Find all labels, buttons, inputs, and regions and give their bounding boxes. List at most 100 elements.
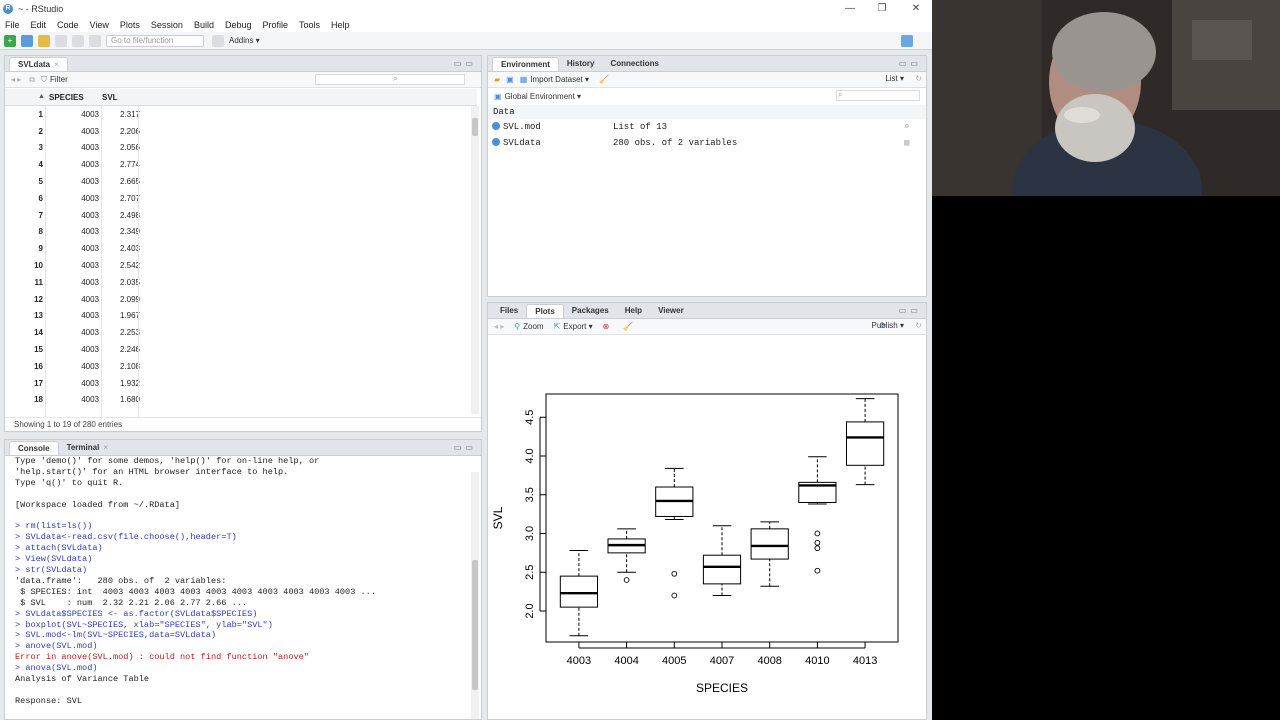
- tab-viewer[interactable]: Viewer: [650, 304, 692, 318]
- tab-packages[interactable]: Packages: [564, 304, 617, 318]
- env-item-svl-mod[interactable]: SVL.mod: [492, 122, 541, 132]
- column-header-species[interactable]: SPECIES: [49, 93, 95, 102]
- tab-plots[interactable]: Plots: [526, 304, 564, 318]
- tab-environment[interactable]: Environment: [492, 57, 559, 71]
- publish-button[interactable]: Publish ▾: [872, 321, 904, 330]
- data-search-input[interactable]: [315, 74, 465, 85]
- save-all-icon[interactable]: [72, 34, 84, 47]
- menu-view[interactable]: View: [90, 20, 109, 30]
- save-icon[interactable]: [55, 34, 67, 47]
- menu-edit[interactable]: Edit: [31, 20, 47, 30]
- print-icon[interactable]: [89, 34, 101, 47]
- close-terminal-icon[interactable]: ×: [103, 443, 108, 452]
- save-workspace-icon[interactable]: ▣: [506, 75, 514, 84]
- table-row[interactable]: 1 4003 2.317: [5, 106, 477, 123]
- zoom-button[interactable]: Zoom: [523, 322, 543, 331]
- table-row[interactable]: 11 4003 2.035: [5, 274, 477, 291]
- plot-nav-arrows-icon[interactable]: ◂ ▸: [494, 322, 504, 331]
- tab-terminal[interactable]: Terminal ×: [59, 441, 116, 455]
- load-workspace-icon[interactable]: ▰: [494, 75, 500, 84]
- close-tab-icon[interactable]: ×: [54, 60, 59, 69]
- menu-debug[interactable]: Debug: [225, 20, 252, 30]
- console-input-line: > SVLdata$SPECIES <- as.factor(SVLdata$S…: [15, 608, 258, 619]
- view-table-icon[interactable]: ▦: [904, 138, 909, 148]
- console-scrollbar-thumb[interactable]: [472, 560, 478, 690]
- menu-code[interactable]: Code: [57, 20, 79, 30]
- sort-icon[interactable]: ▲: [38, 93, 45, 100]
- addins-menu[interactable]: Addins ▾: [229, 36, 260, 45]
- table-row[interactable]: 6 4003 2.707: [5, 190, 477, 207]
- project-icon[interactable]: [901, 34, 913, 47]
- refresh-icon[interactable]: ↻: [915, 74, 922, 83]
- data-scrollbar[interactable]: [471, 106, 479, 414]
- table-row[interactable]: 5 4003 2.665: [5, 173, 477, 190]
- table-row[interactable]: 10 4003 2.542: [5, 257, 477, 274]
- maximize-button[interactable]: ❐: [866, 0, 898, 17]
- env-item-svldata[interactable]: SVLdata: [492, 138, 541, 148]
- table-row[interactable]: 13 4003 1.967: [5, 307, 477, 324]
- menu-build[interactable]: Build: [194, 20, 214, 30]
- goto-file-input[interactable]: Go to file/function: [106, 34, 204, 47]
- menu-plots[interactable]: Plots: [120, 20, 140, 30]
- import-dataset-button[interactable]: Import Dataset ▾: [530, 75, 589, 84]
- workspace-panes-icon[interactable]: [212, 34, 224, 47]
- row-index: 12: [34, 294, 43, 304]
- table-row[interactable]: 18 4003 1.680: [5, 391, 477, 408]
- inspect-icon[interactable]: ⌕: [904, 122, 909, 132]
- nav-arrows-icon[interactable]: ◂ ▸: [11, 75, 21, 84]
- tab-console[interactable]: Console: [9, 441, 59, 455]
- open-file-icon[interactable]: [38, 34, 50, 47]
- console-input-line: > SVL.mod<-lm(SVL~SPECIES,data=SVLdata): [15, 630, 217, 641]
- table-row[interactable]: 2 4003 2.206: [5, 123, 477, 140]
- tab-help[interactable]: Help: [617, 304, 650, 318]
- menu-file[interactable]: File: [5, 20, 20, 30]
- table-row[interactable]: 12 4003 2.099: [5, 291, 477, 308]
- tab-history[interactable]: History: [559, 57, 603, 71]
- table-row[interactable]: 4 4003 2.774: [5, 156, 477, 173]
- refresh-icon[interactable]: ↻: [915, 321, 922, 330]
- clear-broom-icon[interactable]: 🧹: [599, 75, 609, 84]
- remove-plot-icon[interactable]: ⊗: [603, 322, 610, 331]
- menu-session[interactable]: Session: [151, 20, 183, 30]
- table-row[interactable]: 14 4003 2.253: [5, 324, 477, 341]
- clear-plots-broom-icon[interactable]: 🧹: [623, 322, 633, 331]
- new-project-icon[interactable]: [21, 34, 33, 47]
- console-scrollbar[interactable]: [471, 472, 479, 719]
- expand-icon[interactable]: [492, 138, 500, 146]
- x-tick-label: 4004: [614, 655, 638, 667]
- pane-minmax-icon[interactable]: ▭▭: [899, 59, 922, 68]
- new-file-icon[interactable]: +: [4, 34, 16, 47]
- global-environment-dropdown[interactable]: Global Environment ▾: [505, 92, 582, 101]
- pane-minmax-icon[interactable]: ▭▭: [454, 59, 477, 68]
- table-row[interactable]: 15 4003 2.246: [5, 341, 477, 358]
- pane-minmax-icon[interactable]: ▭▭: [454, 443, 477, 452]
- tab-svldata[interactable]: SVLdata ×: [9, 57, 68, 71]
- table-row[interactable]: 17 4003 1.932: [5, 375, 477, 392]
- table-row[interactable]: 3 4003 2.056: [5, 139, 477, 156]
- expand-icon[interactable]: [492, 122, 500, 130]
- data-scrollbar-thumb[interactable]: [472, 118, 478, 136]
- x-axis-label: SPECIES: [696, 681, 748, 695]
- pane-minmax-icon[interactable]: ▭▭: [899, 306, 922, 315]
- table-row[interactable]: 16 4003 2.108: [5, 358, 477, 375]
- console-output[interactable]: Type 'demo()' for some demos, 'help()' f…: [5, 456, 481, 719]
- export-button[interactable]: Export ▾: [563, 322, 592, 331]
- tab-connections[interactable]: Connections: [602, 57, 666, 71]
- minimize-button[interactable]: —: [834, 0, 866, 17]
- table-row[interactable]: 9 4003 2.403: [5, 240, 477, 257]
- menu-help[interactable]: Help: [331, 20, 350, 30]
- outlier-point: [814, 545, 821, 552]
- popout-icon[interactable]: ⧉: [29, 75, 35, 85]
- column-header-svl[interactable]: SVL: [102, 93, 137, 102]
- filter-icon[interactable]: ⛉: [41, 75, 47, 85]
- environment-search-input[interactable]: [836, 90, 920, 101]
- close-button[interactable]: ✕: [900, 0, 932, 17]
- menu-tools[interactable]: Tools: [299, 20, 320, 30]
- tab-files[interactable]: Files: [492, 304, 526, 318]
- menu-profile[interactable]: Profile: [263, 20, 289, 30]
- list-view-button[interactable]: List ▾: [885, 74, 904, 83]
- table-row[interactable]: 7 4003 2.498: [5, 207, 477, 224]
- column-divider: [45, 106, 46, 418]
- table-row[interactable]: 8 4003 2.349: [5, 223, 477, 240]
- filter-button[interactable]: Filter: [50, 75, 68, 84]
